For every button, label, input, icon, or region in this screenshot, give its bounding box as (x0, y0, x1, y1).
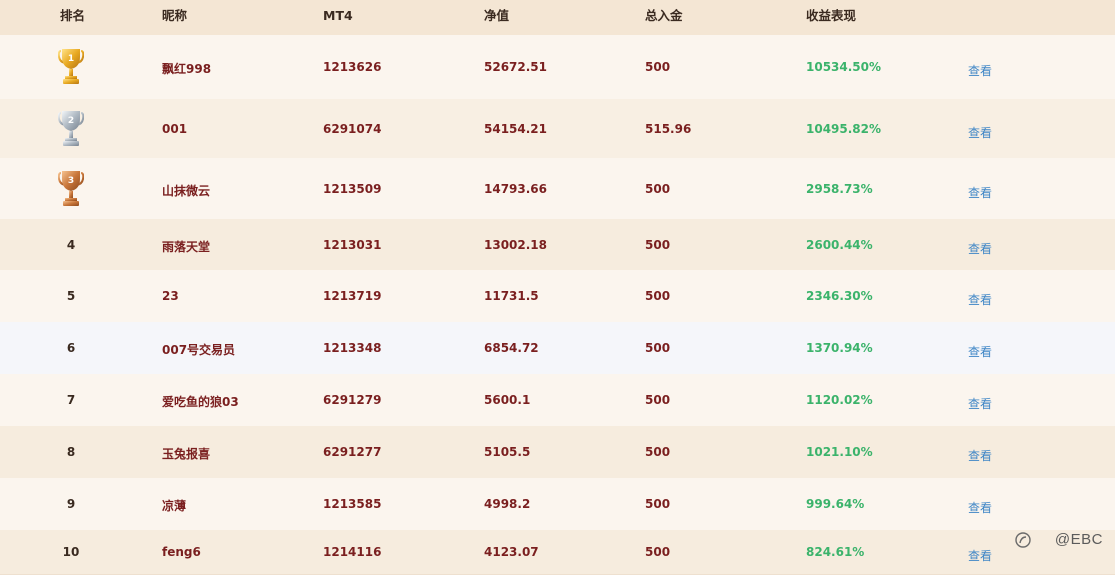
trophy-rank-number: 3 (68, 176, 74, 186)
equity-cell: 52672.51 (484, 60, 548, 74)
performance-cell: 2346.30% (806, 289, 873, 303)
table-row: 2 001 6291074 54154.21 515.96 10495.82% 查看 (0, 99, 1115, 159)
mt4-cell: 1213585 (323, 497, 382, 511)
header-nickname: 昵称 (162, 8, 188, 23)
performance-cell: 2958.73% (806, 181, 873, 196)
performance-cell: 1021.10% (806, 445, 873, 459)
table-row: 6 007号交易员 1213348 6854.72 500 1370.94% 查看 (0, 322, 1115, 375)
rank-cell: 6 (66, 341, 76, 355)
deposit-cell: 500 (645, 393, 671, 407)
performance-cell: 2600.44% (806, 237, 873, 252)
deposit-cell: 500 (645, 60, 671, 74)
rank-cell: 9 (66, 497, 76, 511)
mt4-cell: 1213348 (323, 341, 382, 355)
equity-cell: 14793.66 (484, 181, 548, 196)
table-header: 排名 昵称 MT4 净值 总入金 收益表现 (0, 0, 1115, 35)
deposit-cell: 500 (645, 289, 671, 303)
view-link[interactable]: 查看 (968, 184, 992, 201)
deposit-cell: 500 (645, 545, 671, 559)
header-deposit: 总入金 (645, 8, 683, 23)
nickname-cell: feng6 (162, 545, 201, 559)
deposit-cell: 515.96 (645, 121, 692, 136)
trophy-rank-number: 2 (68, 116, 74, 126)
deposit-cell: 500 (645, 341, 671, 355)
table-row: 7 爱吃鱼的狼03 6291279 5600.1 500 1120.02% 查看 (0, 374, 1115, 427)
equity-cell: 5105.5 (484, 445, 531, 459)
equity-cell: 5600.1 (484, 393, 531, 407)
mt4-cell: 1213719 (323, 289, 382, 303)
table-row: 1 飘红998 1213626 52672.51 500 10534.50% 查看 (0, 35, 1115, 100)
mt4-cell: 1214116 (323, 545, 382, 559)
equity-cell: 13002.18 (484, 237, 548, 252)
performance-cell: 1370.94% (806, 341, 873, 355)
header-equity: 净值 (484, 8, 510, 23)
deposit-cell: 500 (645, 445, 671, 459)
rank-cell: 8 (66, 445, 76, 459)
view-link[interactable]: 查看 (968, 547, 992, 564)
view-link[interactable]: 查看 (968, 62, 992, 79)
view-link[interactable]: 查看 (968, 291, 992, 308)
equity-cell: 11731.5 (484, 289, 539, 303)
mt4-cell: 6291074 (323, 121, 382, 136)
view-link[interactable]: 查看 (968, 395, 992, 412)
equity-cell: 6854.72 (484, 341, 539, 355)
performance-cell: 10534.50% (806, 60, 882, 74)
mt4-cell: 1213626 (323, 60, 382, 74)
header-mt4: MT4 (323, 8, 353, 23)
silver-trophy-icon: 2 (58, 110, 84, 146)
table-row: 9 凉薄 1213585 4998.2 500 999.64% 查看 (0, 478, 1115, 531)
performance-cell: 10495.82% (806, 121, 882, 136)
equity-cell: 4123.07 (484, 545, 539, 559)
rank-cell: 5 (66, 289, 76, 303)
header-performance: 收益表现 (806, 8, 857, 23)
gold-trophy-icon: 1 (58, 49, 84, 84)
nickname-cell: 001 (162, 121, 188, 136)
mt4-cell: 1213031 (323, 237, 382, 252)
nickname-cell: 凉薄 (162, 499, 187, 513)
rank-cell: 7 (66, 393, 76, 407)
table-row: 4 雨落天堂 1213031 13002.18 500 2600.44% 查看 (0, 219, 1115, 271)
performance-cell: 999.64% (806, 497, 865, 511)
trophy-rank-number: 1 (68, 54, 74, 64)
rank-cell: 4 (66, 237, 76, 252)
mt4-cell: 6291277 (323, 445, 382, 459)
equity-cell: 54154.21 (484, 121, 548, 136)
watermark-text: @EBC (1054, 531, 1103, 548)
equity-cell: 4998.2 (484, 497, 531, 511)
nickname-cell: 雨落天堂 (162, 239, 211, 254)
mt4-cell: 6291279 (323, 393, 382, 407)
rank-cell: 10 (62, 545, 80, 559)
view-link[interactable]: 查看 (968, 343, 992, 360)
deposit-cell: 500 (645, 497, 671, 511)
header-rank: 排名 (60, 8, 86, 23)
nickname-cell: 007号交易员 (162, 343, 236, 357)
table-row: 5 23 1213719 11731.5 500 2346.30% 查看 (0, 270, 1115, 323)
nickname-cell: 山抹微云 (162, 183, 211, 198)
deposit-cell: 500 (645, 181, 671, 196)
performance-cell: 1120.02% (806, 393, 873, 407)
deposit-cell: 500 (645, 237, 671, 252)
watermark-logo-icon (1015, 532, 1031, 548)
performance-cell: 824.61% (806, 545, 865, 559)
bronze-trophy-icon: 3 (58, 170, 84, 206)
nickname-cell: 23 (162, 289, 179, 303)
view-link[interactable]: 查看 (968, 447, 992, 464)
table-row: 8 玉兔报喜 6291277 5105.5 500 1021.10% 查看 (0, 426, 1115, 479)
nickname-cell: 飘红998 (162, 62, 212, 76)
nickname-cell: 玉兔报喜 (162, 447, 211, 461)
mt4-cell: 1213509 (323, 181, 382, 196)
table-row: 3 山抹微云 1213509 14793.66 500 2958.73% 查看 (0, 158, 1115, 220)
view-link[interactable]: 查看 (968, 499, 992, 516)
nickname-cell: 爱吃鱼的狼03 (162, 395, 239, 409)
table-row: 10 feng6 1214116 4123.07 500 824.61% 查看 (0, 530, 1115, 575)
view-link[interactable]: 查看 (968, 124, 992, 141)
view-link[interactable]: 查看 (968, 240, 992, 257)
